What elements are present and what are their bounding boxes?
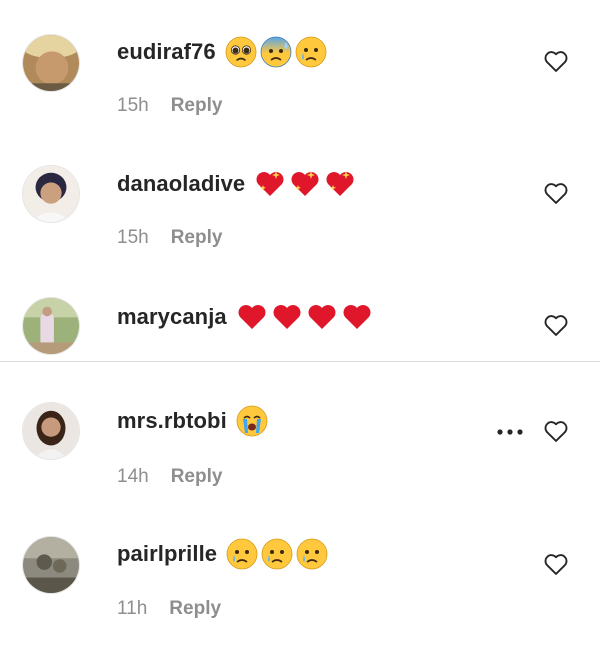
reply-button[interactable]: Reply: [171, 466, 223, 488]
username[interactable]: mrs.rbtobi: [117, 408, 227, 434]
avatar[interactable]: [22, 165, 80, 223]
reply-button[interactable]: Reply: [169, 598, 221, 620]
sad-but-relieved-face-icon: [261, 538, 293, 570]
pleading-face-icon: [225, 36, 257, 68]
heart-outline-icon[interactable]: [542, 311, 570, 339]
comment-item: mrs.rbtobi 14h Reply: [0, 362, 600, 502]
emoji-group: [233, 405, 268, 437]
heart-outline-icon[interactable]: [542, 417, 570, 445]
reply-button[interactable]: Reply: [171, 227, 223, 249]
comment-text: mrs.rbtobi: [117, 403, 268, 439]
avatar[interactable]: [22, 536, 80, 594]
emoji-group: [223, 538, 328, 570]
username[interactable]: marycanja: [117, 304, 227, 330]
sparkling-heart-icon: [256, 171, 284, 196]
comment-text: danaoladive: [117, 166, 356, 202]
comment-item: eudiraf76 15h Reply: [0, 0, 600, 130]
avatar[interactable]: [22, 402, 80, 460]
red-heart-icon: [343, 305, 371, 329]
comment-item: marycanja: [0, 265, 600, 361]
timestamp: 15h: [117, 95, 149, 116]
timestamp: 15h: [117, 227, 149, 248]
sad-but-relieved-face-icon: [295, 36, 327, 68]
reply-button[interactable]: Reply: [171, 95, 223, 117]
sparkling-heart-icon: [291, 171, 319, 196]
timestamp: 14h: [117, 466, 149, 487]
username[interactable]: pairlprille: [117, 541, 217, 567]
anxious-face-with-sweat-icon: [260, 36, 292, 68]
red-heart-icon: [308, 305, 336, 329]
avatar[interactable]: [22, 34, 80, 92]
timestamp: 11h: [117, 598, 148, 619]
more-options-icon[interactable]: [495, 427, 525, 437]
username[interactable]: danaoladive: [117, 171, 245, 197]
emoji-group: [251, 168, 356, 200]
loudly-crying-face-icon: [236, 405, 268, 437]
comment-meta: 14h Reply: [117, 466, 222, 488]
comment-text: marycanja: [117, 299, 373, 335]
sad-but-relieved-face-icon: [296, 538, 328, 570]
emoji-group: [233, 301, 373, 333]
avatar[interactable]: [22, 297, 80, 355]
sparkling-heart-icon: [326, 171, 354, 196]
heart-outline-icon[interactable]: [542, 179, 570, 207]
emoji-group: [222, 36, 327, 68]
comment-item: pairlprille 11h Reply: [0, 502, 600, 669]
username[interactable]: eudiraf76: [117, 39, 216, 65]
comment-meta: 15h Reply: [117, 95, 222, 117]
sad-but-relieved-face-icon: [226, 538, 258, 570]
heart-outline-icon[interactable]: [542, 550, 570, 578]
comment-text: eudiraf76: [117, 34, 327, 70]
red-heart-icon: [238, 305, 266, 329]
heart-outline-icon[interactable]: [542, 47, 570, 75]
comment-item: danaoladive 15h Reply: [0, 130, 600, 265]
red-heart-icon: [273, 305, 301, 329]
comment-meta: 15h Reply: [117, 227, 222, 249]
comment-meta: 11h Reply: [117, 598, 221, 620]
comment-text: pairlprille: [117, 536, 328, 572]
